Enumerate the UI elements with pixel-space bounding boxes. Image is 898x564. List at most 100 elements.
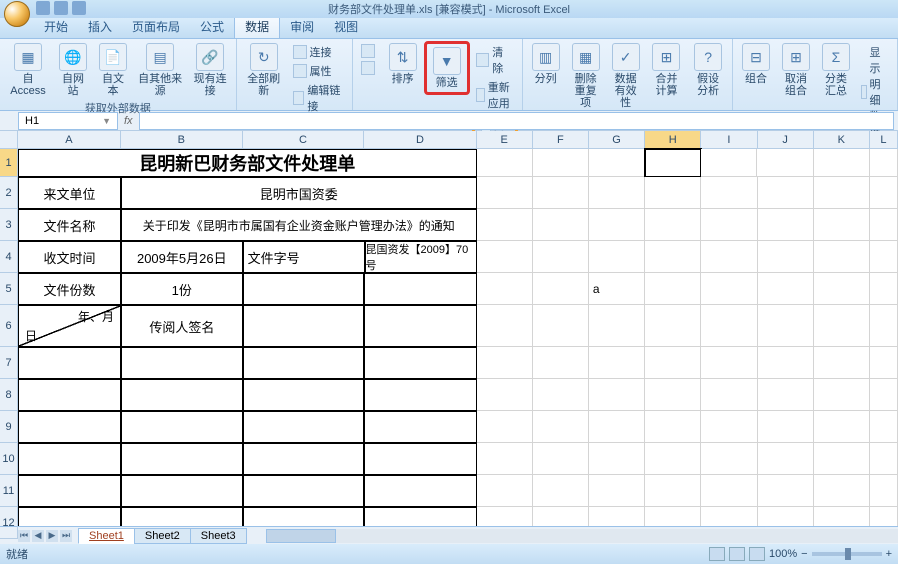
cell[interactable]: 昆国资发【2009】70号 [365,241,477,273]
sort-button[interactable]: ⇅排序 [384,41,422,87]
from-access-button[interactable]: ▦自 Access [4,41,52,99]
cell[interactable] [364,411,476,443]
cell[interactable] [645,379,701,411]
tab-layout[interactable]: 页面布局 [122,15,190,38]
cell[interactable] [364,475,476,507]
cell[interactable] [870,149,898,177]
tab-formulas[interactable]: 公式 [190,15,234,38]
cell[interactable] [814,507,870,526]
view-normal-icon[interactable] [709,547,725,561]
cell[interactable] [701,305,757,347]
cell[interactable] [533,273,589,305]
cell[interactable] [645,149,701,177]
cell[interactable] [814,149,870,177]
last-sheet-icon[interactable]: ⏭ [60,530,72,542]
remove-duplicates-button[interactable]: ▦删除 重复项 [567,41,605,111]
data-validation-button[interactable]: ✓数据 有效性 [607,41,645,111]
cell[interactable] [758,475,814,507]
cell[interactable] [870,273,898,305]
zoom-slider[interactable] [812,552,882,556]
filter-button[interactable]: ▼筛选 [428,45,466,91]
cell[interactable] [645,209,701,241]
row-header[interactable]: 4 [0,241,18,273]
cell[interactable] [814,177,870,209]
cell[interactable] [121,443,243,475]
cell[interactable] [477,305,533,347]
cell[interactable] [870,177,898,209]
view-layout-icon[interactable] [729,547,745,561]
sheet-tab[interactable]: Sheet1 [78,528,135,544]
cell[interactable] [814,443,870,475]
cell[interactable]: a [589,273,645,305]
cell[interactable] [121,411,243,443]
cell[interactable] [589,475,645,507]
group-button[interactable]: ⊟组合 [737,41,775,87]
from-web-button[interactable]: 🌐自网站 [54,41,92,99]
column-header[interactable]: J [758,131,814,149]
cell[interactable]: 文件名称 [18,209,121,241]
cell[interactable] [533,443,589,475]
cell[interactable] [758,241,814,273]
fx-icon[interactable]: fx [124,115,133,127]
cell[interactable] [364,347,476,379]
cell[interactable] [645,411,701,443]
cell[interactable]: 文件份数 [18,273,121,305]
cell[interactable] [243,305,365,347]
row-header[interactable]: 1 [0,149,18,177]
cell[interactable] [701,209,757,241]
prev-sheet-icon[interactable]: ◀ [32,530,44,542]
cell[interactable] [757,149,813,177]
cell[interactable] [645,305,701,347]
cell[interactable] [533,241,589,273]
tab-view[interactable]: 视图 [324,15,368,38]
cell[interactable]: 关于印发《昆明市市属国有企业资金账户管理办法》的通知 [121,209,477,241]
cell[interactable] [243,443,365,475]
cell[interactable] [814,379,870,411]
row-header[interactable]: 3 [0,209,18,241]
from-other-button[interactable]: ▤自其他来源 [134,41,186,99]
cell[interactable] [870,241,898,273]
column-header[interactable]: F [533,131,589,149]
cell[interactable] [477,273,533,305]
cell[interactable]: 文件字号 [243,241,365,273]
cell[interactable] [243,379,365,411]
cell[interactable] [589,241,645,273]
view-pagebreak-icon[interactable] [749,547,765,561]
cell[interactable] [589,347,645,379]
cell[interactable] [533,149,589,177]
cell[interactable] [758,273,814,305]
text-to-columns-button[interactable]: ▥分列 [527,41,565,87]
cell[interactable] [758,177,814,209]
cell[interactable]: 昆明新巴财务部文件处理单 [18,149,477,177]
cell[interactable] [645,443,701,475]
cell[interactable] [701,149,757,177]
column-header[interactable]: C [243,131,365,149]
cell[interactable] [758,443,814,475]
cell[interactable] [870,411,898,443]
cell[interactable]: 1份 [121,273,243,305]
tab-review[interactable]: 审阅 [280,15,324,38]
cell[interactable] [589,507,645,526]
cell[interactable] [645,507,701,526]
ungroup-button[interactable]: ⊞取消组合 [777,41,815,99]
cell[interactable]: 来文单位 [18,177,121,209]
cell[interactable] [18,475,121,507]
row-header[interactable]: 12 [0,507,18,539]
cell[interactable] [364,379,476,411]
cell[interactable] [870,347,898,379]
cell[interactable] [18,379,121,411]
column-header[interactable]: A [18,131,121,149]
cell[interactable] [533,507,589,526]
cell[interactable] [701,241,757,273]
redo-icon[interactable] [72,1,86,15]
column-header[interactable]: G [589,131,645,149]
cell[interactable] [364,443,476,475]
row-header[interactable]: 5 [0,273,18,305]
what-if-button[interactable]: ?假设分析 [688,41,728,99]
cell[interactable] [18,347,121,379]
sheet-tab[interactable]: Sheet3 [190,528,247,544]
cell[interactable] [589,379,645,411]
subtotal-button[interactable]: Σ分类汇总 [817,41,855,99]
cell[interactable] [701,273,757,305]
tab-insert[interactable]: 插入 [78,15,122,38]
